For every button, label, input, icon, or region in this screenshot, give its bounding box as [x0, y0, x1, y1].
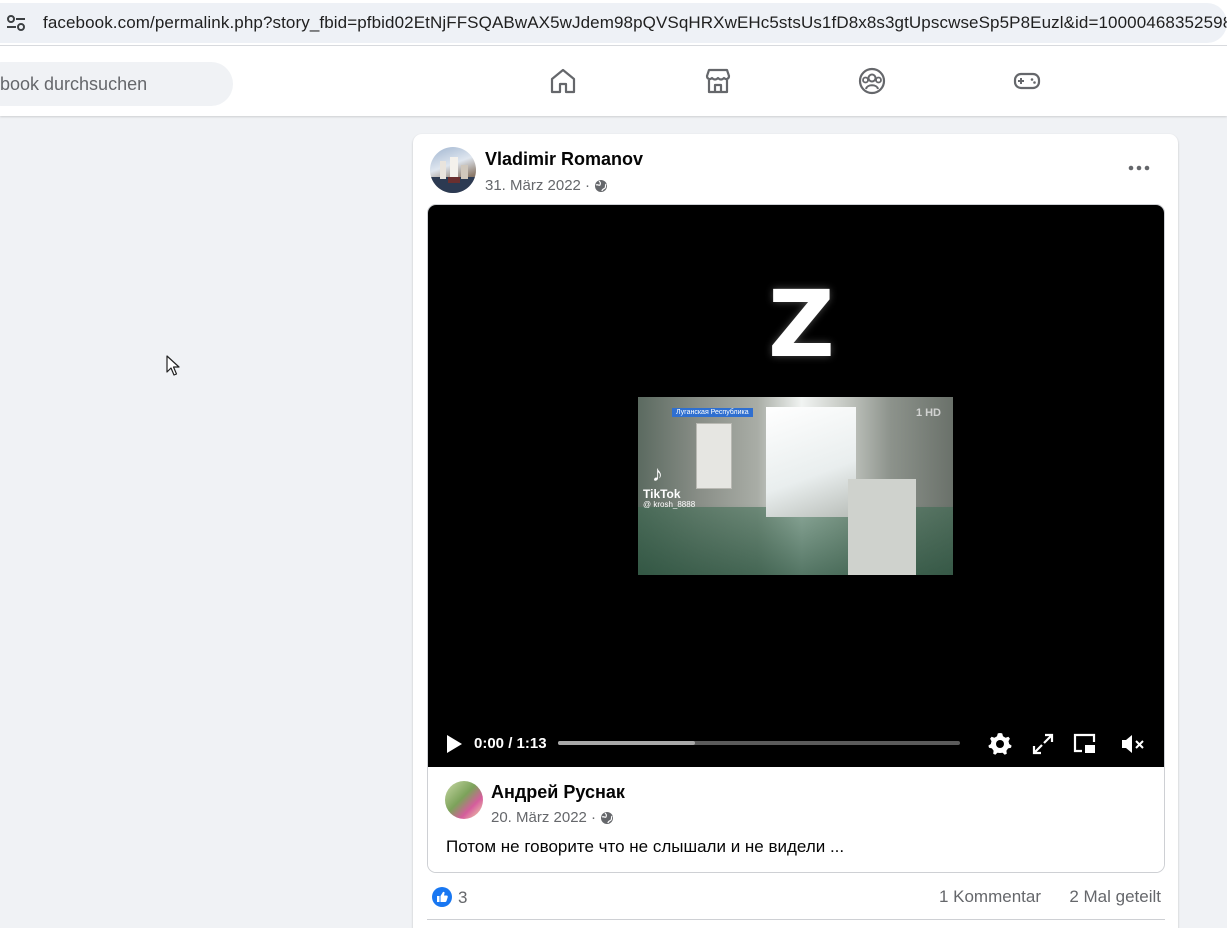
- post-card: Vladimir Romanov 31. März 2022 · Z Луган…: [413, 134, 1178, 928]
- post-date[interactable]: 31. März 2022 ·: [485, 177, 590, 194]
- frame-cabinet: [848, 479, 916, 575]
- miniplayer-icon[interactable]: [1071, 730, 1099, 758]
- shared-author-avatar[interactable]: [445, 781, 483, 819]
- like-reaction-icon[interactable]: [432, 887, 452, 907]
- video-controls: 0:00 / 1:13: [428, 725, 1164, 767]
- search-input[interactable]: book durchsuchen: [0, 62, 233, 106]
- frame-hd-badge: 1 HD: [915, 407, 941, 419]
- video-time: 0:00 / 1:13: [474, 735, 547, 752]
- frame-channel-tag: Луганская Республика: [672, 408, 753, 417]
- share-count[interactable]: 2 Mal geteilt: [1069, 887, 1161, 907]
- settings-icon[interactable]: [986, 730, 1014, 758]
- video-player[interactable]: Z Луганская Республика 1 HD ♪ TikTok @ k…: [428, 205, 1164, 767]
- comment-count[interactable]: 1 Kommentar: [939, 887, 1041, 907]
- video-frame: Луганская Республика 1 HD ♪ TikTok @ kro…: [638, 397, 953, 575]
- groups-icon[interactable]: [857, 66, 887, 96]
- marketplace-icon[interactable]: [703, 66, 733, 96]
- tiktok-username: @ krosh_8888: [643, 500, 696, 509]
- post-author-name[interactable]: Vladimir Romanov: [485, 149, 643, 170]
- globe-icon: [595, 179, 608, 192]
- shared-post-text: Потом не говорите что не слышали и не ви…: [446, 837, 845, 856]
- play-icon[interactable]: [444, 733, 464, 755]
- frame-boiler: [696, 423, 732, 489]
- frame-window: [766, 407, 856, 517]
- mute-icon[interactable]: [1119, 730, 1147, 758]
- url-text[interactable]: facebook.com/permalink.php?story_fbid=pf…: [43, 13, 1227, 33]
- url-field[interactable]: facebook.com/permalink.php?story_fbid=pf…: [0, 3, 1227, 43]
- more-options-icon[interactable]: [1121, 154, 1157, 182]
- post-meta: 31. März 2022 ·: [485, 177, 608, 194]
- site-settings-icon[interactable]: [6, 14, 26, 32]
- home-icon[interactable]: [548, 66, 578, 96]
- video-progress-bar[interactable]: [558, 741, 960, 745]
- mouse-cursor-icon: [166, 355, 180, 376]
- video-overlay-text: Z: [768, 271, 835, 378]
- shared-post-meta: 20. März 2022 ·: [491, 809, 614, 826]
- gaming-icon[interactable]: [1012, 66, 1042, 96]
- avatar-image: [430, 157, 476, 193]
- top-navigation: book durchsuchen: [0, 46, 1227, 116]
- shared-post-info: Андрей Руснак 20. März 2022 · Потом не г…: [428, 767, 1164, 872]
- shared-post: Z Луганская Республика 1 HD ♪ TikTok @ k…: [427, 204, 1165, 873]
- shared-author-name[interactable]: Андрей Руснак: [491, 782, 625, 803]
- tiktok-watermark: TikTok: [643, 487, 681, 501]
- video-progress-fill: [558, 741, 695, 745]
- fullscreen-icon[interactable]: [1029, 730, 1057, 758]
- browser-address-bar: facebook.com/permalink.php?story_fbid=pf…: [0, 0, 1227, 46]
- tiktok-icon: ♪: [652, 461, 663, 486]
- globe-icon: [601, 811, 614, 824]
- search-placeholder: book durchsuchen: [0, 74, 148, 94]
- post-stats: 3 1 Kommentar 2 Mal geteilt: [427, 876, 1165, 920]
- author-avatar[interactable]: [430, 147, 476, 193]
- like-count[interactable]: 3: [458, 888, 467, 908]
- shared-post-date[interactable]: 20. März 2022 ·: [491, 809, 596, 826]
